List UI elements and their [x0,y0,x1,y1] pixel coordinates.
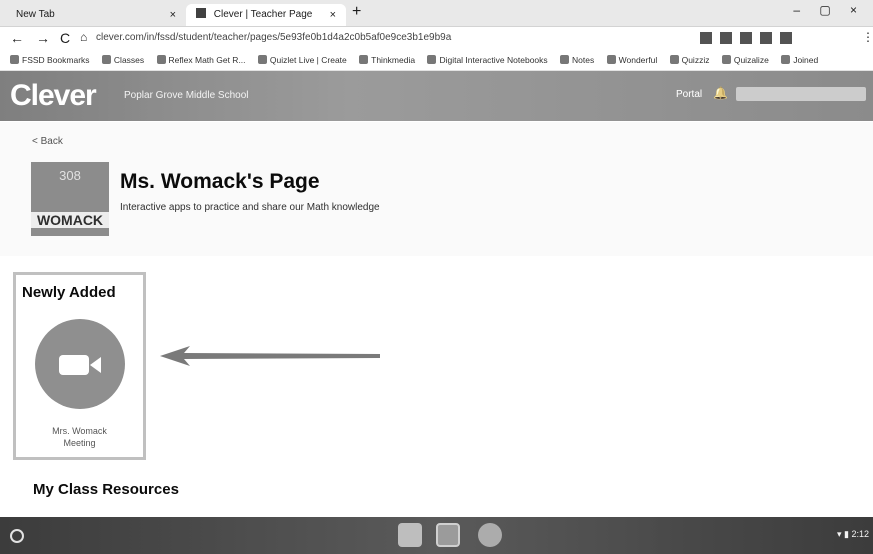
extension-icon[interactable] [700,32,712,44]
avatar-name: WOMACK [31,212,109,228]
bell-icon[interactable]: 🔔 [713,86,728,100]
bookmark-icon [606,55,616,64]
bookmark-item[interactable]: FSSD Bookmarks [10,50,90,70]
school-name: Poplar Grove Middle School [124,90,249,101]
page-title: Ms. Womack's Page [120,170,320,193]
url-field[interactable]: clever.com/in/fssd/student/teacher/pages… [96,30,656,46]
bookmark-icon [10,55,19,64]
new-tab-button[interactable]: + [352,3,361,21]
back-link[interactable]: < Back [32,136,63,147]
bookmark-item[interactable]: Classes [101,50,144,70]
bookmark-icon [359,55,369,64]
bookmark-item[interactable]: Digital Interactive Notebooks [427,50,548,70]
tab-clever-teacher-page[interactable]: Clever | Teacher Page × [186,4,346,26]
bookmark-icon [721,55,731,64]
bookmark-icon [781,55,791,64]
files-app-icon[interactable] [398,523,422,547]
system-tray[interactable]: ▾ ▮ 2:12 [837,529,869,540]
home-icon[interactable]: ⌂ [80,30,87,44]
os-taskbar: ▾ ▮ 2:12 [0,517,873,554]
chrome-app-icon[interactable] [478,523,502,547]
bookmark-icon [427,55,437,64]
bookmark-item[interactable]: Quizalize [721,50,769,70]
bookmark-icon [669,55,679,64]
menu-icon[interactable]: ⋮ [862,30,873,44]
user-menu[interactable] [736,87,866,101]
tab-close-icon[interactable]: × [170,4,176,26]
bookmark-icon [257,55,267,64]
extension-icon[interactable] [780,32,792,44]
meeting-app-button[interactable] [35,319,125,409]
newly-added-card: Newly Added Mrs. Womack Meeting [13,272,146,460]
bookmarks-bar: FSSD Bookmarks Classes Reflex Math Get R… [0,50,873,71]
bookmark-icon [101,55,111,64]
page-subtitle: Interactive apps to practice and share o… [120,202,380,213]
tab-label: Clever | Teacher Page [213,9,313,20]
newly-added-heading: Newly Added [22,284,116,301]
extension-icon[interactable] [720,32,732,44]
bookmark-icon [560,55,570,64]
back-arrow-icon[interactable]: ← [10,30,24,46]
reload-icon[interactable]: C [60,30,70,46]
clever-logo[interactable]: Clever [10,79,97,113]
battery-icon: ▮ [844,529,849,539]
extension-icon[interactable] [740,32,752,44]
clever-favicon-icon [196,8,206,18]
meeting-app-label[interactable]: Mrs. Womack Meeting [16,425,143,449]
annotation-arrow [160,346,380,366]
clever-nav-bar: Clever Poplar Grove Middle School Portal… [0,71,873,121]
window-controls[interactable]: – ▢ × [793,3,865,17]
avatar-number: 308 [59,168,81,183]
teacher-avatar: 308 WOMACK [31,162,109,236]
browser-tab-bar: New Tab × Clever | Teacher Page × + – ▢ … [0,0,873,27]
launcher-icon[interactable] [10,529,24,543]
tab-new-tab[interactable]: New Tab × [6,4,186,26]
tab-label: New Tab [16,9,55,20]
tab-close-icon[interactable]: × [330,4,336,26]
forward-arrow-icon[interactable]: → [36,30,50,46]
bookmark-item[interactable]: Quizlet Live | Create [257,50,347,70]
video-camera-icon [59,355,101,375]
portal-link[interactable]: Portal [676,89,702,100]
bookmark-item[interactable]: Notes [560,50,594,70]
wifi-icon: ▾ [836,529,842,539]
address-bar-row: ← → C ⌂ clever.com/in/fssd/student/teach… [0,27,873,49]
bookmark-item[interactable]: Joined [781,50,818,70]
slides-app-icon[interactable] [436,523,460,547]
clock: 2:12 [851,529,869,539]
extension-icon[interactable] [760,32,772,44]
bookmark-item[interactable]: Thinkmedia [359,50,415,70]
my-class-resources-heading: My Class Resources [33,481,179,498]
bookmark-item[interactable]: Quizziz [669,50,709,70]
extension-icons [700,32,800,47]
bookmark-item[interactable]: Wonderful [606,50,657,70]
teacher-page-header: < Back 308 WOMACK Ms. Womack's Page Inte… [0,122,873,256]
bookmark-item[interactable]: Reflex Math Get R... [156,50,246,70]
bookmark-icon [156,55,166,64]
